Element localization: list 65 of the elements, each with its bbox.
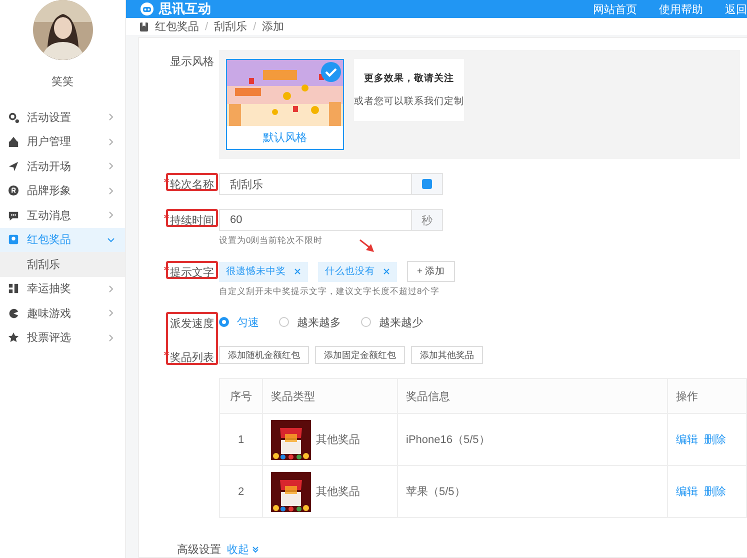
field-label: 派发速度: [170, 316, 214, 331]
prize-type: 其他奖品: [316, 433, 360, 447]
breadcrumb-separator: /: [253, 20, 256, 32]
table-cell: iPhone16（5/5）: [398, 414, 668, 466]
breadcrumb-item: 添加: [262, 20, 284, 34]
close-icon[interactable]: [294, 268, 301, 275]
grid-icon: [8, 283, 19, 294]
column-header: 奖品信息: [398, 378, 668, 414]
table-cell: 2: [220, 466, 262, 518]
sidebar-item[interactable]: 品牌形象: [0, 178, 125, 203]
column-header: 操作: [668, 378, 746, 414]
paper-plane-icon: [8, 160, 19, 172]
gear-icon: [8, 112, 19, 123]
add-prize-button[interactable]: 添加其他奖品: [411, 346, 483, 364]
required-icon: [164, 351, 169, 356]
sidebar-item[interactable]: 活动设置: [0, 105, 125, 130]
tag: 什么也没有: [318, 262, 397, 282]
field-label: 提示文字: [164, 265, 214, 280]
required-icon: [164, 178, 169, 183]
sidebar-item[interactable]: 趣味游戏: [0, 301, 125, 326]
sidebar-item[interactable]: 幸运抽奖: [0, 276, 125, 301]
chat-icon: [8, 210, 19, 221]
hint-text: 自定义刮开未中奖提示文字，建议文字长度不超过8个字: [219, 286, 440, 298]
star-icon: [8, 332, 19, 344]
annotation-arrow: [359, 239, 375, 253]
field-label: 奖品列表: [164, 350, 214, 365]
breadcrumb-item[interactable]: 刮刮乐: [214, 19, 248, 34]
sidebar-item[interactable]: 投票评选: [0, 326, 125, 350]
field-label: 显示风格: [170, 55, 214, 69]
table-cell: 1: [220, 414, 262, 466]
user-name: 笑笑: [52, 75, 74, 89]
round-name-field[interactable]: 刮刮乐: [219, 173, 411, 195]
bookmark-icon: [139, 22, 149, 32]
required-icon: [164, 266, 169, 271]
registered-icon: [8, 185, 19, 196]
field-label: 高级设置: [177, 542, 221, 557]
tag: 很遗憾未中奖: [219, 262, 308, 282]
checkbox[interactable]: [422, 179, 432, 189]
promo-card: 更多效果，敬请关注 或者您可以联系我们定制: [354, 59, 464, 121]
column-header: 序号: [220, 378, 262, 414]
unit-label: 秒: [411, 209, 443, 231]
add-prize-button[interactable]: 添加随机金额红包: [219, 346, 309, 364]
sidebar-item[interactable]: 用户管理: [0, 130, 125, 154]
required-icon: [164, 214, 169, 219]
duration-field[interactable]: 60: [219, 209, 411, 231]
prize-type: 其他奖品: [316, 485, 360, 499]
radio-option[interactable]: 越来越多: [279, 314, 341, 330]
chevron-icon: [252, 546, 259, 553]
logo-text: 思讯互动: [159, 0, 212, 18]
add-prize-button[interactable]: 添加固定金额红包: [315, 346, 405, 364]
pacman-icon: [8, 308, 19, 319]
table-cell: 苹果（5/5）: [398, 466, 668, 518]
check-icon: [321, 62, 341, 82]
breadcrumb-separator: /: [205, 20, 208, 32]
breadcrumb-item[interactable]: 红包奖品: [155, 19, 199, 34]
sidebar-item[interactable]: 活动开场: [0, 154, 125, 178]
close-icon[interactable]: [383, 268, 390, 275]
column-header: 奖品类型: [262, 378, 398, 414]
field-label: 轮次名称: [164, 177, 214, 192]
hint-text: 设置为0则当前轮次不限时: [219, 235, 323, 247]
field-label: 持续时间: [164, 213, 214, 228]
sidebar-subitem[interactable]: 刮刮乐: [0, 252, 125, 276]
add-button[interactable]: + 添加: [407, 261, 456, 282]
radio-option[interactable]: 越来越少: [361, 314, 423, 330]
sidebar-item[interactable]: 互动消息: [0, 203, 125, 228]
